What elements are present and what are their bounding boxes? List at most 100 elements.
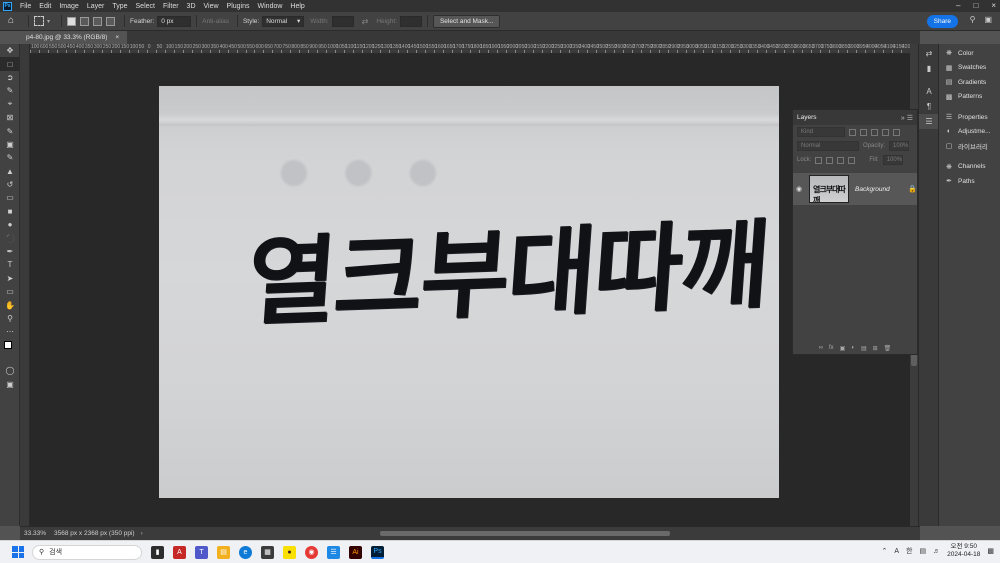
chevron-up-icon[interactable]: ⌃ [882, 547, 888, 555]
chrome-browser-icon[interactable]: ◉ [305, 545, 318, 559]
panel-color[interactable]: ❋ Color [939, 46, 1000, 61]
ime-indicator[interactable]: 한 [906, 546, 912, 556]
clone-stamp-tool-icon[interactable]: ▲ [0, 165, 20, 178]
font-icon[interactable]: A [894, 548, 899, 555]
eraser-tool-icon[interactable]: ▭ [0, 191, 20, 204]
screen-mode-icon[interactable]: ▣ [0, 377, 20, 390]
panel-paths[interactable]: ✒ Paths [939, 174, 1000, 189]
comments-icon[interactable]: ▮ [919, 61, 939, 76]
pen-tool-icon[interactable]: ✒ [0, 245, 20, 258]
foreground-color-swatch[interactable] [4, 340, 12, 349]
feather-input[interactable]: 0 px [157, 15, 192, 27]
canvas-area[interactable]: ● ● ● 열크부대따깨 [30, 54, 910, 526]
layers-icon[interactable]: ☰ [919, 114, 939, 129]
link-layers-icon[interactable]: ∞ [819, 345, 823, 351]
chevron-right-icon[interactable]: › [141, 530, 143, 537]
filter-adjustment-icon[interactable] [860, 128, 867, 136]
frame-tool-icon[interactable]: ⊠ [0, 111, 20, 124]
layer-name[interactable]: Background [855, 186, 908, 193]
panel-adjustments[interactable]: ◐ Adjustme... [939, 125, 1000, 140]
subtract-selection-icon[interactable] [93, 16, 103, 26]
more-tools-icon[interactable]: ⋯ [0, 325, 20, 338]
minimize-icon[interactable]: – [956, 1, 960, 10]
character-icon[interactable]: A [919, 84, 939, 99]
rectangular-marquee-tool-icon[interactable]: □ [0, 57, 20, 71]
opacity-input[interactable]: 100% [889, 141, 910, 151]
spot-healing-tool-icon[interactable]: ▣ [0, 138, 20, 151]
zoom-level[interactable]: 33.33% [24, 530, 50, 537]
acrobat-app-icon[interactable]: A [173, 545, 186, 559]
network-icon[interactable]: ▤ [920, 547, 927, 555]
menu-file[interactable]: File [16, 3, 35, 10]
taskbar-search[interactable]: ⚲ 검색 [32, 544, 142, 560]
illustrator-app-icon[interactable]: Ai [349, 545, 362, 559]
height-input[interactable] [399, 15, 422, 27]
menu-filter[interactable]: Filter [159, 3, 183, 10]
menu-window[interactable]: Window [254, 3, 287, 10]
arrange-icon[interactable]: ⇄ [919, 46, 939, 61]
close-icon[interactable]: × [991, 1, 996, 10]
panel-channels[interactable]: ❋ Channels [939, 160, 1000, 175]
workspace-icon[interactable]: ▣ [984, 15, 992, 24]
quick-mask-icon[interactable]: ◯ [0, 364, 20, 377]
photoshop-app-icon[interactable]: Ps [371, 545, 384, 559]
menu-image[interactable]: Image [55, 3, 82, 10]
panel-properties[interactable]: ☰ Properties [939, 110, 1000, 125]
style-select[interactable]: Normal ▾ [262, 15, 305, 27]
brush-tool-icon[interactable]: ✎ [0, 151, 20, 164]
menu-select[interactable]: Select [132, 3, 159, 10]
volume-icon[interactable]: ♬ [933, 548, 940, 555]
delete-layer-icon[interactable]: 🗑 [884, 345, 892, 352]
lock-icon[interactable]: 🔒 [908, 185, 917, 193]
width-input[interactable] [331, 15, 354, 27]
path-selection-tool-icon[interactable]: ➤ [0, 272, 20, 285]
new-layer-icon[interactable]: ⊞ [873, 345, 878, 352]
chevron-down-icon[interactable]: ▾ [47, 18, 50, 25]
tab-document[interactable]: p4-80.jpg @ 33.3% (RGB/8) × [20, 31, 128, 44]
kind-filter-select[interactable]: Kind [797, 127, 845, 137]
horizontal-scroll-thumb[interactable] [380, 531, 670, 536]
gradient-tool-icon[interactable]: ■ [0, 205, 20, 218]
add-to-selection-icon[interactable] [80, 16, 90, 26]
object-selection-tool-icon[interactable]: ✎ [0, 84, 20, 97]
lasso-tool-icon[interactable]: ➲ [0, 71, 20, 84]
menu-3d[interactable]: 3D [183, 3, 200, 10]
search-icon[interactable]: ⚲ [970, 15, 976, 24]
hand-tool-icon[interactable]: ✋ [0, 298, 20, 311]
eye-icon[interactable]: ◉ [793, 185, 805, 193]
filter-pixel-icon[interactable] [849, 128, 856, 136]
menu-help[interactable]: Help [286, 3, 308, 10]
swap-colors-icon[interactable] [0, 339, 20, 353]
add-mask-icon[interactable]: ▣ [840, 345, 846, 352]
task-view-icon[interactable]: ▮ [151, 545, 164, 559]
type-tool-icon[interactable]: T [0, 258, 20, 271]
menu-plugins[interactable]: Plugins [223, 3, 254, 10]
paragraph-icon[interactable]: ¶ [919, 99, 939, 114]
filter-type-icon[interactable] [871, 128, 878, 136]
layer-style-icon[interactable]: fx [829, 345, 834, 351]
share-button[interactable]: Share [926, 15, 958, 28]
edge-browser-icon[interactable]: e [239, 545, 252, 559]
intersect-selection-icon[interactable] [106, 16, 116, 26]
blur-tool-icon[interactable]: ● [0, 218, 20, 231]
menu-layer[interactable]: Layer [83, 3, 109, 10]
lock-position-icon[interactable] [837, 156, 845, 164]
kakaotalk-app-icon[interactable]: ● [283, 545, 296, 559]
panel-patterns[interactable]: ▩ Patterns [939, 90, 1000, 105]
notification-icon[interactable]: ▩ [987, 547, 994, 555]
antialias-checkbox[interactable]: Anti-alias [202, 18, 229, 25]
menu-edit[interactable]: Edit [35, 3, 55, 10]
panel-menu-icon[interactable]: » ☰ [901, 114, 913, 122]
windows-start-icon[interactable] [12, 546, 24, 558]
rectangle-tool-icon[interactable]: ▭ [0, 285, 20, 298]
filter-shape-icon[interactable] [882, 128, 889, 136]
close-icon[interactable]: × [115, 31, 119, 44]
swap-icon[interactable]: ⇄ [362, 17, 369, 26]
move-tool-icon[interactable]: ✥ [0, 44, 20, 57]
file-explorer-icon[interactable]: ▤ [217, 545, 230, 559]
lock-transparency-icon[interactable] [815, 156, 823, 164]
blend-mode-select[interactable]: Normal [797, 141, 859, 151]
lock-pixels-icon[interactable] [826, 156, 834, 164]
dodge-tool-icon[interactable]: ⚫ [0, 231, 20, 244]
eyedropper-tool-icon[interactable]: ✎ [0, 124, 20, 137]
